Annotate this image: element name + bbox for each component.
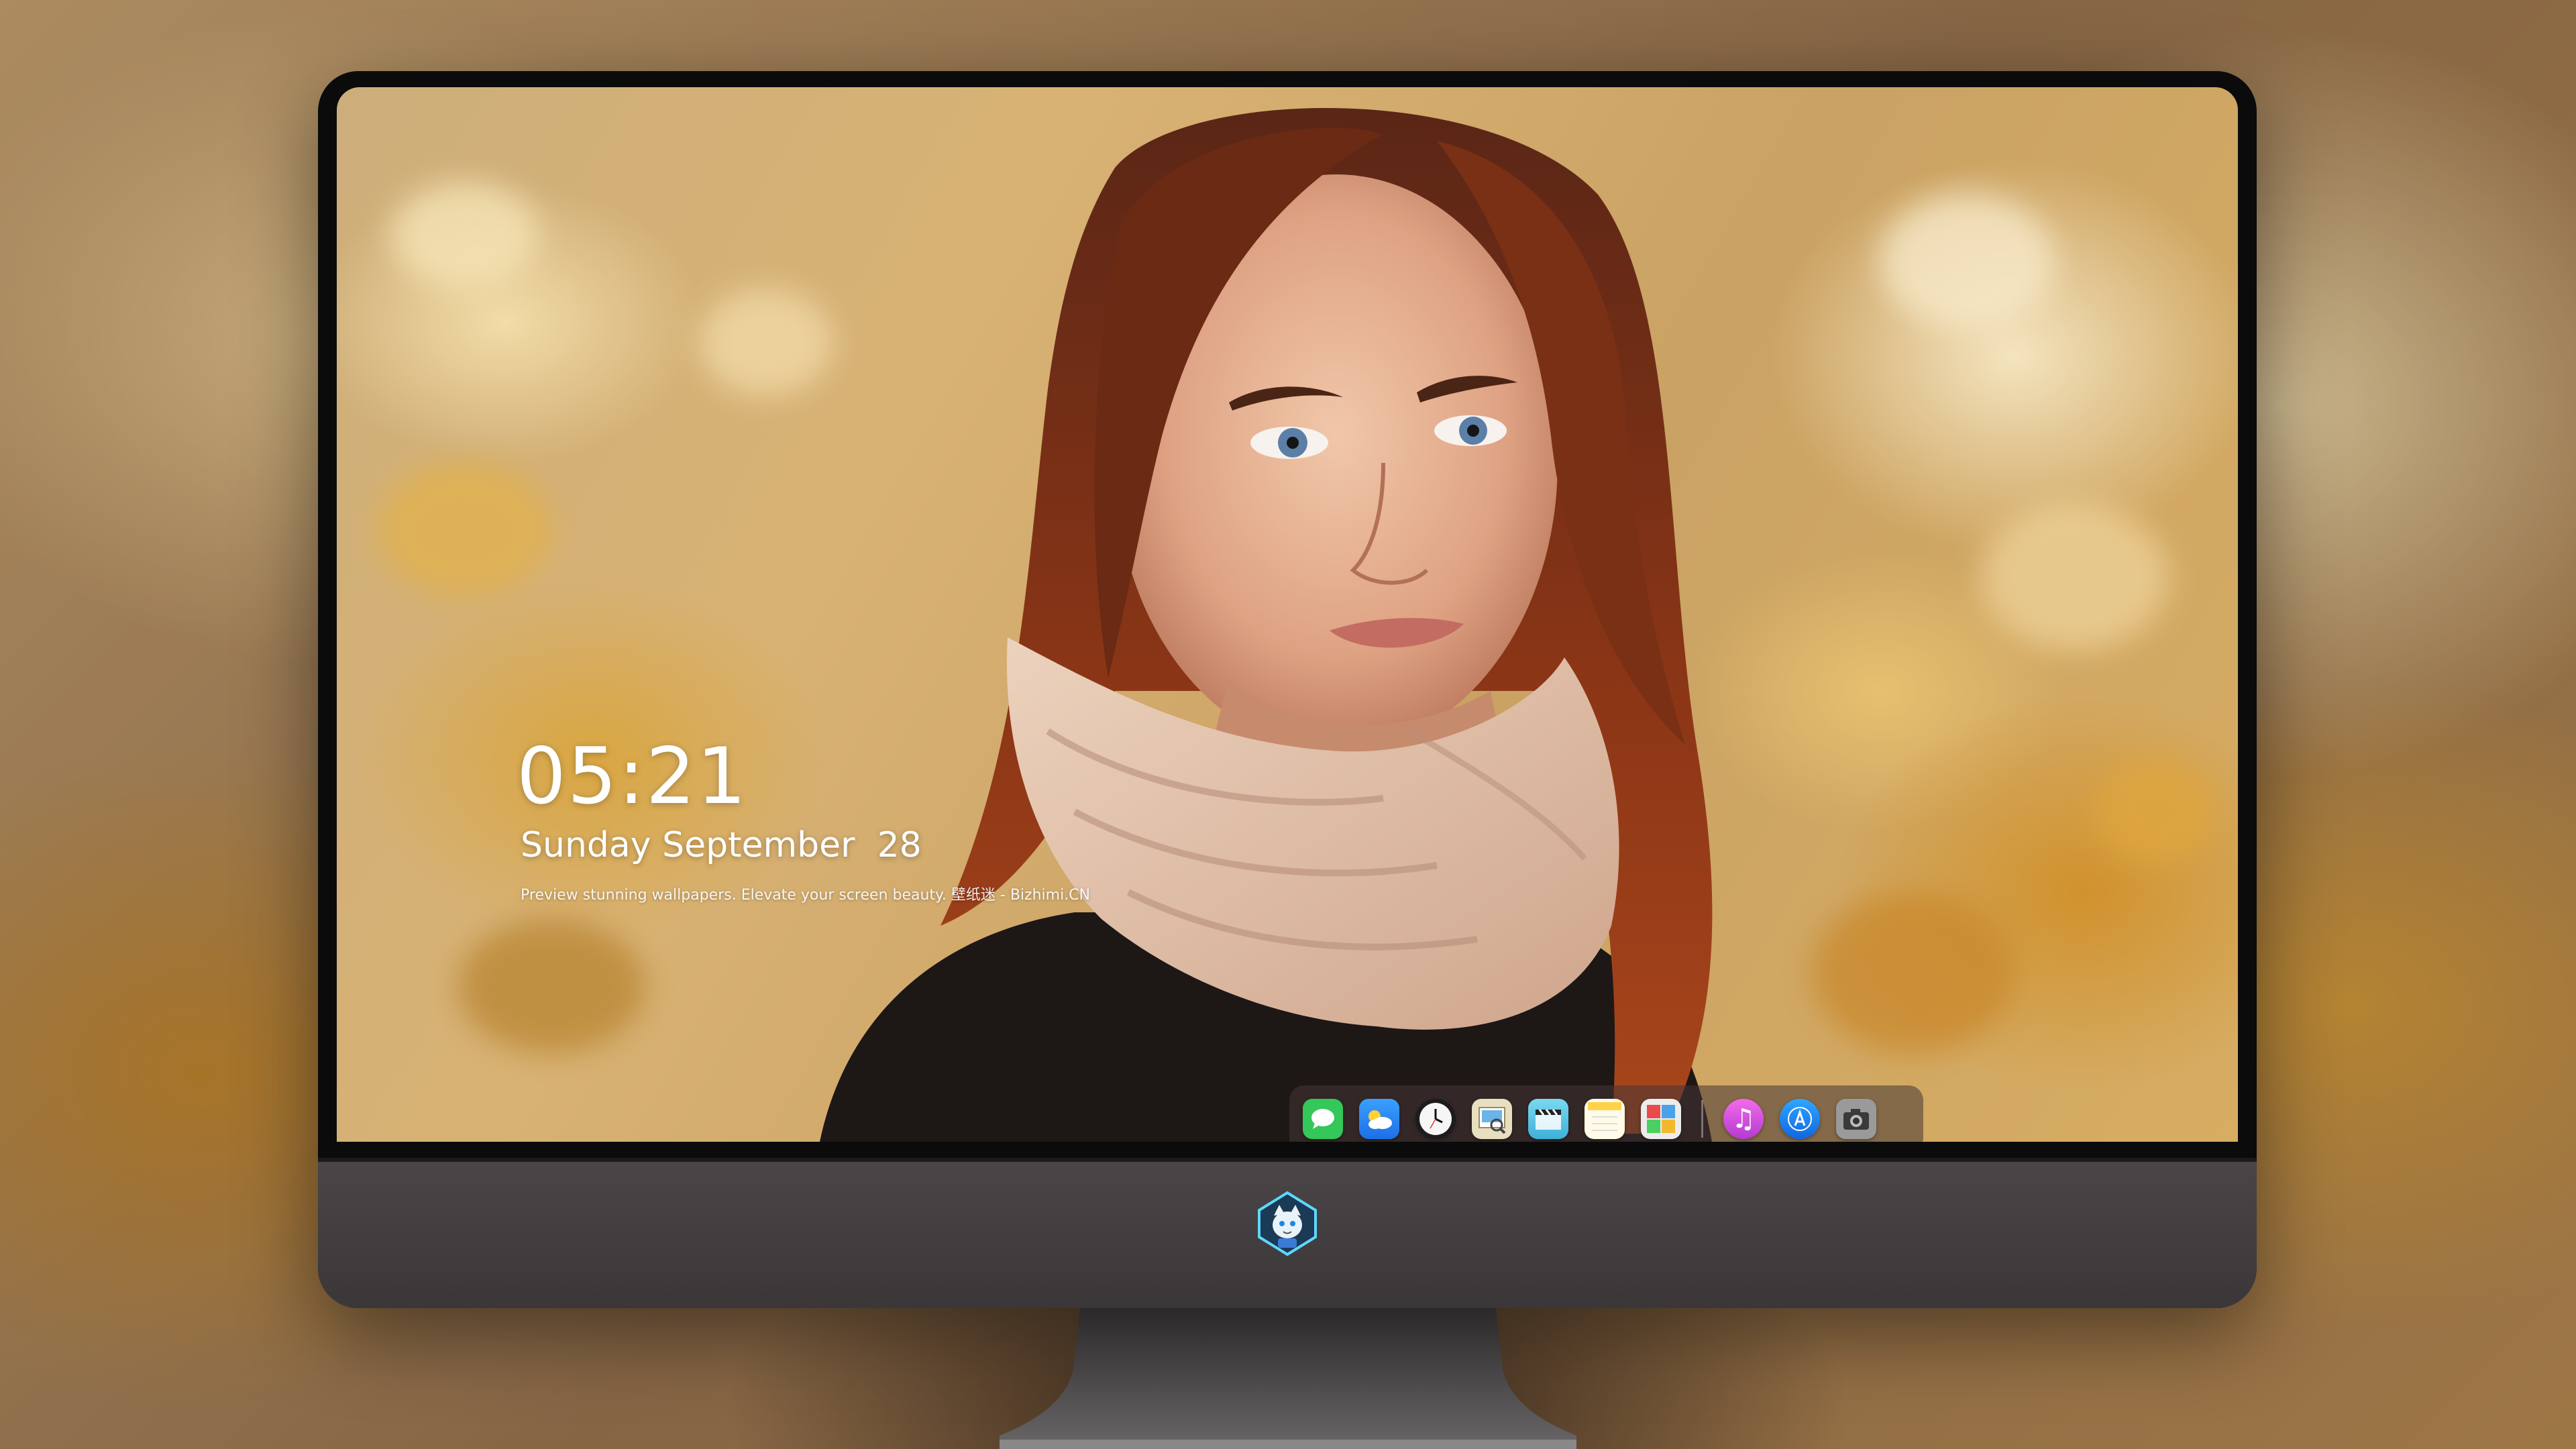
lockscreen-date: Sunday September 28 [521, 825, 922, 865]
monitor-chin [318, 1158, 2257, 1308]
desktop-screen: 05:21 Sunday September 28 Preview stunni… [337, 87, 2238, 1142]
music-icon[interactable]: ♫ [1723, 1099, 1764, 1139]
preview-icon[interactable] [1472, 1099, 1512, 1139]
app-store-icon[interactable] [1780, 1099, 1820, 1139]
camera-icon[interactable] [1836, 1099, 1876, 1139]
fox-mascot-logo-icon [1258, 1191, 1317, 1256]
photo-booth-icon[interactable] [1641, 1099, 1681, 1139]
wallpaper-portrait [820, 107, 1713, 1142]
messages-icon[interactable] [1303, 1099, 1343, 1139]
lockscreen-time: 05:21 [517, 731, 748, 822]
clock-icon[interactable] [1415, 1099, 1456, 1139]
claquette-icon[interactable] [1528, 1099, 1568, 1139]
dock-separator [1701, 1100, 1703, 1138]
notes-icon[interactable] [1585, 1099, 1625, 1139]
dock: ♫ [1289, 1085, 1923, 1142]
monitor-stand [1000, 1308, 1576, 1449]
wallpaper-caption: Preview stunning wallpapers. Elevate you… [521, 887, 1090, 904]
weather-icon[interactable] [1359, 1099, 1399, 1139]
monitor-frame: 05:21 Sunday September 28 Preview stunni… [318, 71, 2257, 1308]
